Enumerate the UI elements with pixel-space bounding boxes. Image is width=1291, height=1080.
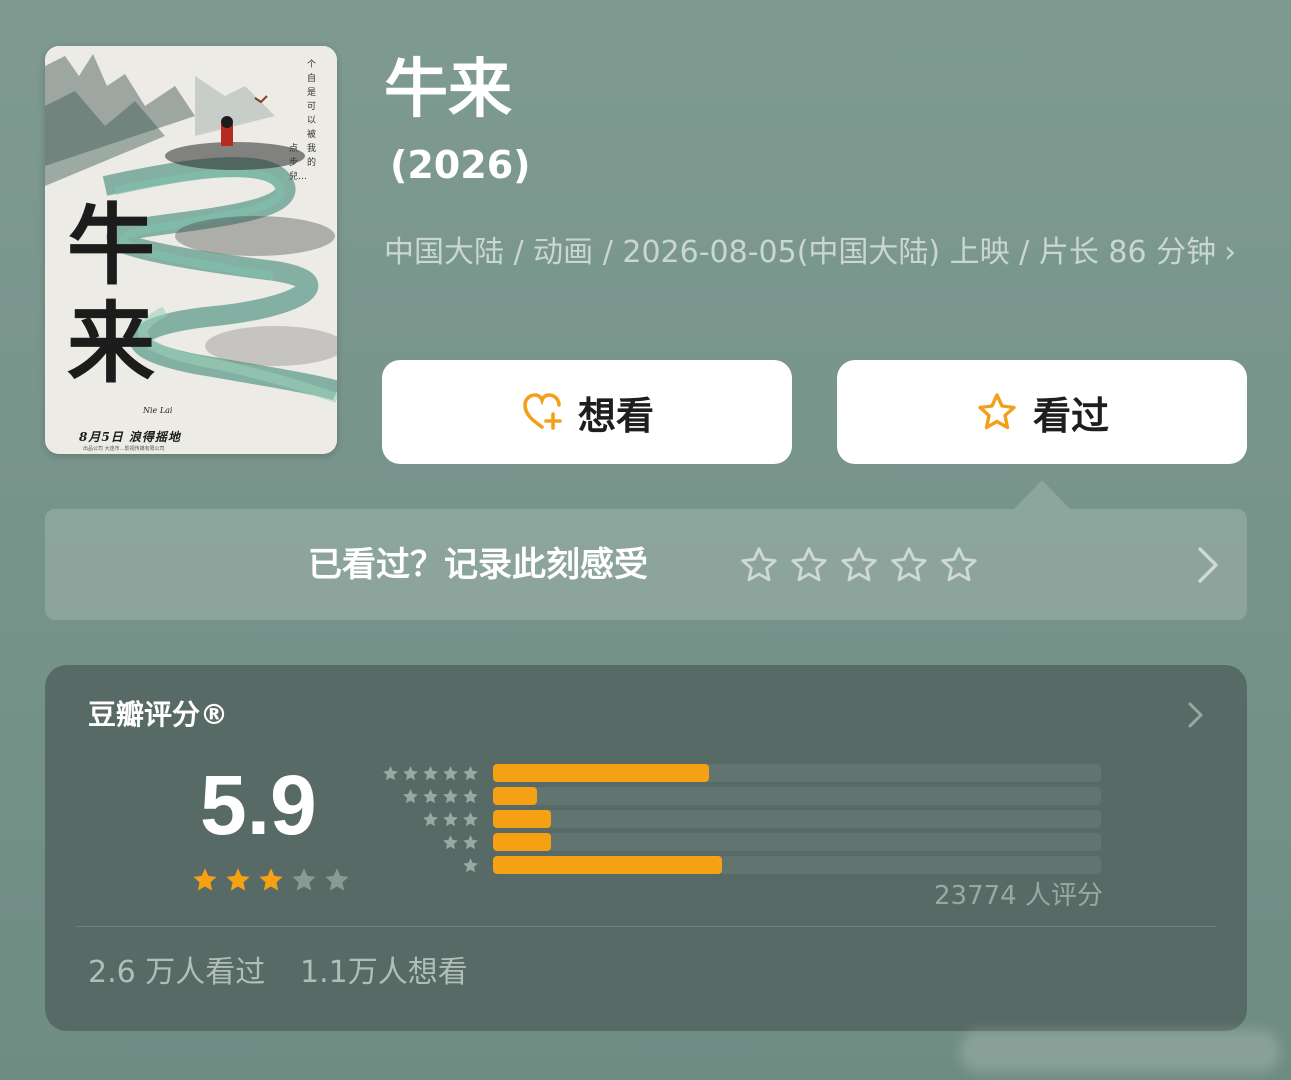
star-filled-icon: [259, 868, 283, 891]
star-small-icon: [423, 789, 438, 804]
rating-distribution: [376, 762, 1106, 877]
rate-strip-pointer: [1014, 480, 1070, 509]
watched-button[interactable]: 看过: [837, 360, 1247, 464]
distribution-bar-fill: [493, 787, 537, 805]
poster-credit-line: 出品公司 大连市…影视传媒有限公司: [83, 446, 165, 452]
distribution-row-5: [376, 762, 1106, 785]
card-divider: [76, 926, 1216, 927]
star-outline-icon[interactable]: [888, 544, 930, 586]
star-small-icon: [443, 789, 458, 804]
distribution-row-2: [376, 831, 1106, 854]
star-small-icon: [383, 766, 398, 781]
poster-vertical-text-2: 点步兒…: [289, 144, 308, 182]
star-small-icon: [463, 766, 478, 781]
star-small-icon: [443, 812, 458, 827]
want-to-watch-button[interactable]: 想看: [382, 360, 792, 464]
distribution-row-1: [376, 854, 1106, 877]
star-small-icon: [423, 766, 438, 781]
distribution-bar-fill: [493, 856, 723, 874]
watched-count[interactable]: 2.6 万人看过: [88, 953, 265, 993]
wish-count[interactable]: 1.1万人想看: [300, 953, 468, 993]
distribution-bar-fill: [493, 764, 710, 782]
distribution-stars: [381, 764, 480, 784]
star-small-icon: [423, 812, 438, 827]
watched-label: 看过: [1032, 393, 1109, 438]
heart-plus-icon: [523, 393, 562, 430]
rating-count: 23774 人评分: [934, 881, 1103, 911]
star-outline-icon[interactable]: [938, 544, 980, 586]
star-small-icon: [463, 858, 478, 873]
rating-stars: [190, 865, 352, 895]
star-small-icon: [463, 812, 478, 827]
movie-title: 牛来: [384, 53, 512, 127]
distribution-bar-fill: [493, 810, 552, 828]
distribution-bar-track: [493, 787, 1101, 805]
distribution-stars: [461, 856, 480, 876]
distribution-stars: [421, 810, 480, 830]
poster-date-line: 8月5日 浪得摇地: [79, 430, 181, 444]
star-small-icon: [463, 835, 478, 850]
rating-score: 5.9: [200, 758, 317, 852]
distribution-bar-track: [493, 764, 1101, 782]
distribution-stars: [441, 833, 480, 853]
star-outline-icon: [978, 393, 1016, 430]
star-empty-icon: [292, 868, 316, 891]
movie-year: (2026): [390, 143, 531, 187]
star-small-icon: [443, 835, 458, 850]
rating-card-title: 豆瓣评分®: [88, 698, 229, 731]
poster-vertical-text: 个自是可以被我的: [307, 60, 317, 168]
chevron-right-icon[interactable]: [1184, 700, 1206, 730]
distribution-bar-fill: [493, 833, 552, 851]
want-to-watch-label: 想看: [577, 393, 654, 438]
chevron-right-icon: ›: [1224, 235, 1237, 270]
movie-poster[interactable]: 牛来 个自是可以被我的 点步兒… Nie Lai 8月5日 浪得摇地 出品公司 …: [45, 46, 337, 454]
distribution-row-3: [376, 808, 1106, 831]
rate-stars-row[interactable]: [738, 544, 980, 586]
star-small-icon: [403, 789, 418, 804]
star-outline-icon[interactable]: [788, 544, 830, 586]
star-small-icon: [403, 766, 418, 781]
movie-meta-info[interactable]: 中国大陆 / 动画 / 2026-08-05(中国大陆) 上映 / 片长 86 …: [384, 226, 1244, 280]
star-small-icon: [463, 789, 478, 804]
distribution-bar-track: [493, 833, 1101, 851]
poster-title-text: 牛来: [67, 193, 155, 395]
distribution-stars: [401, 787, 480, 807]
movie-detail-page: 牛来 个自是可以被我的 点步兒… Nie Lai 8月5日 浪得摇地 出品公司 …: [0, 0, 1291, 1080]
rate-prompt-label: 已看过？记录此刻感受: [308, 545, 648, 585]
distribution-bar-track: [493, 856, 1101, 874]
distribution-row-4: [376, 785, 1106, 808]
distribution-bar-track: [493, 810, 1101, 828]
star-filled-icon: [226, 868, 250, 891]
star-small-icon: [443, 766, 458, 781]
watermark: [960, 1030, 1280, 1072]
poster-subtitle: Nie Lai: [143, 406, 173, 415]
star-empty-icon: [325, 868, 349, 891]
star-filled-icon: [193, 868, 217, 891]
star-outline-icon[interactable]: [838, 544, 880, 586]
chevron-right-icon[interactable]: [1192, 545, 1222, 585]
movie-meta-text: 中国大陆 / 动画 / 2026-08-05(中国大陆) 上映 / 片长 86 …: [384, 235, 1217, 270]
star-outline-icon[interactable]: [738, 544, 780, 586]
